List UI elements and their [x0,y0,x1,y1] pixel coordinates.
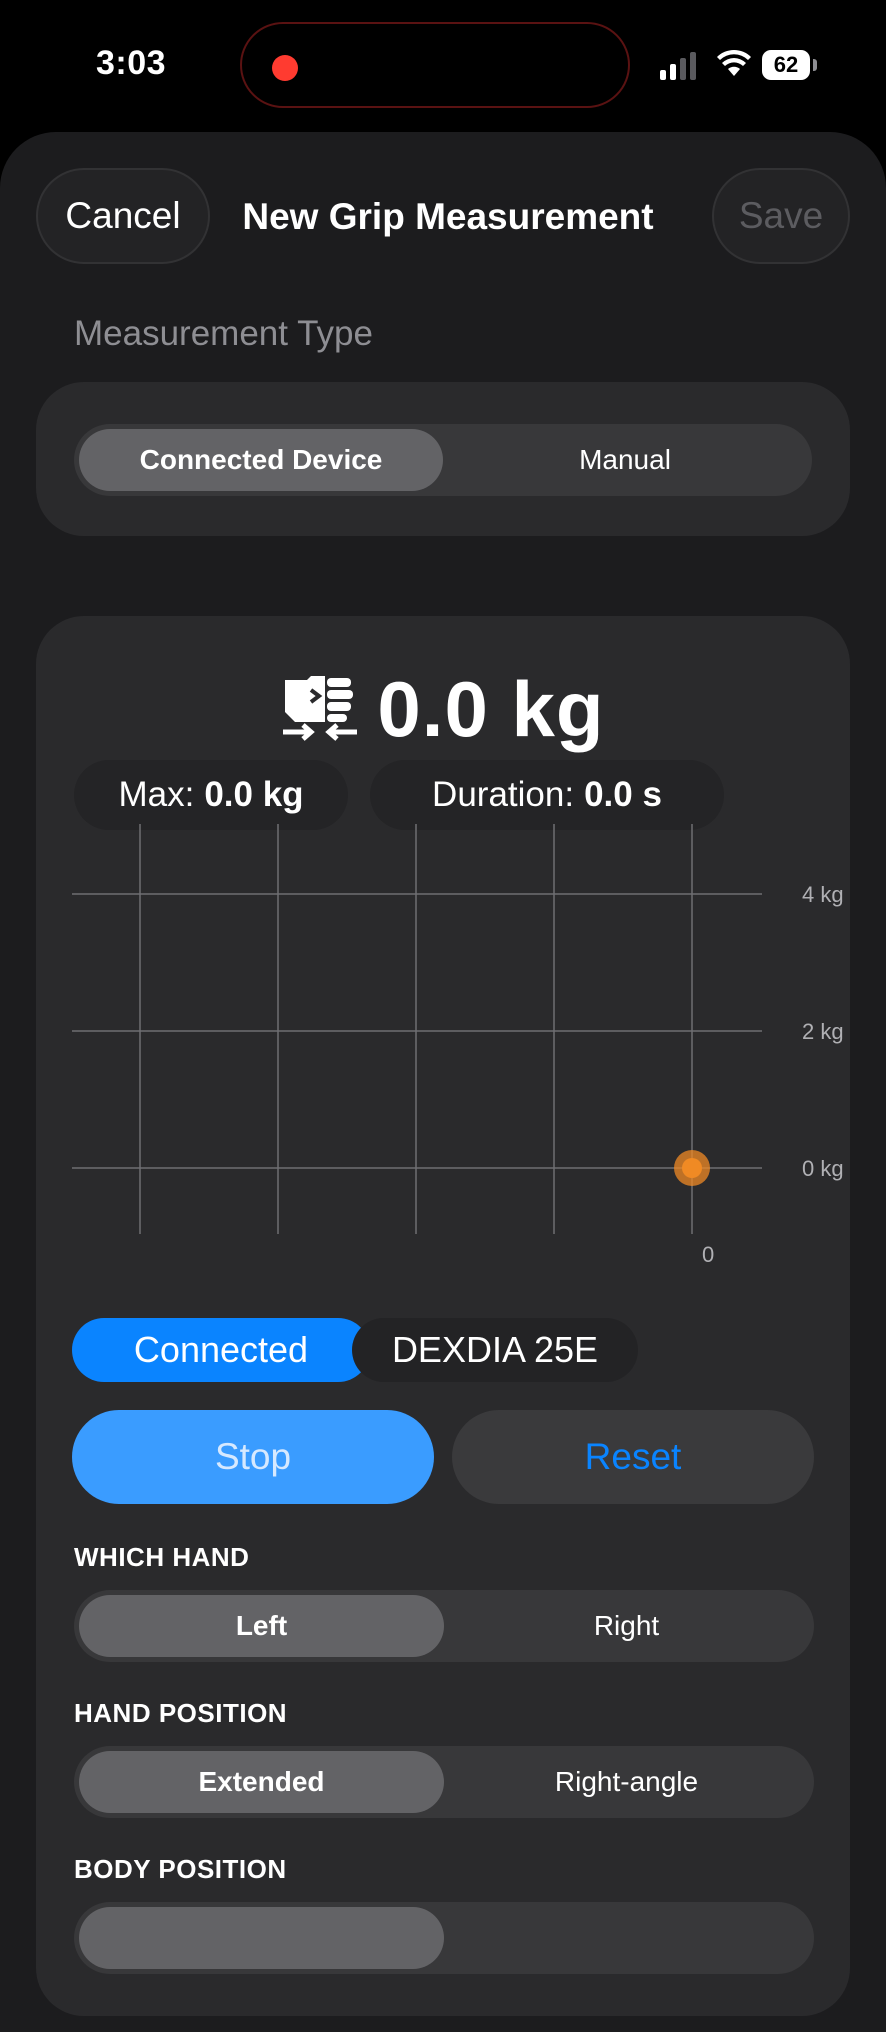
segment-body-first[interactable] [79,1907,444,1969]
segment-right[interactable]: Right [444,1595,809,1657]
y-tick-label: 2 kg [802,1019,844,1044]
status-time: 3:03 [96,44,167,82]
max-value: 0.0 kg [204,775,304,814]
save-button[interactable]: Save [712,168,850,264]
battery-tip-icon [813,59,817,71]
device-name-badge: DEXDIA 25E [352,1318,638,1382]
measurement-type-segmented-control: Connected Device Manual [74,424,812,496]
segment-manual[interactable]: Manual [443,429,807,491]
recording-indicator-icon [272,55,298,81]
segment-connected-device[interactable]: Connected Device [79,429,443,491]
measurement-type-card: Connected Device Manual [36,382,850,536]
y-tick-label: 4 kg [802,882,844,907]
which-hand-segmented-control: Left Right [74,1590,814,1662]
reading-value: 0.0 kg [377,665,605,753]
max-label: Max: [118,775,195,814]
body-position-segmented-control [74,1902,814,1974]
x-tick-label: 0 [702,1242,714,1267]
duration-label: Duration: [432,775,575,814]
battery-level: 62 [762,50,810,80]
segment-extended[interactable]: Extended [79,1751,444,1813]
measurement-card: 0.0 kg Max: 0.0 kg Duration: 0.0 s 4 kg 2… [36,616,850,2016]
hand-position-label: HAND POSITION [74,1698,288,1728]
force-chart: 4 kg 2 kg 0 kg 0 [72,824,844,1267]
hand-grip-icon [283,675,358,741]
segment-body-second[interactable] [444,1907,809,1969]
duration-stat: Duration: 0.0 s [370,760,724,830]
connection-status-badge: Connected [72,1318,370,1382]
measurement-type-label: Measurement Type [74,314,373,353]
stop-button[interactable]: Stop [72,1410,434,1504]
dynamic-island [240,22,630,108]
segment-left[interactable]: Left [79,1595,444,1657]
wifi-icon [717,49,751,76]
hand-position-segmented-control: Extended Right-angle [74,1746,814,1818]
cellular-signal-icon [660,52,696,80]
duration-value: 0.0 s [584,775,662,814]
data-point [682,1158,702,1178]
reset-button[interactable]: Reset [452,1410,814,1504]
body-position-label: BODY POSITION [74,1854,287,1884]
segment-right-angle[interactable]: Right-angle [444,1751,809,1813]
current-reading: 0.0 kg [36,664,850,755]
max-stat: Max: 0.0 kg [74,760,348,830]
y-tick-label: 0 kg [802,1156,844,1181]
which-hand-label: WHICH HAND [74,1542,250,1572]
